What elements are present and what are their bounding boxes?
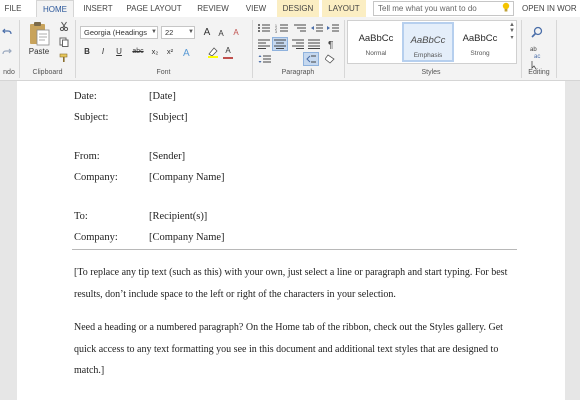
undo-icon[interactable] xyxy=(2,27,12,37)
open-in-word-button[interactable]: OPEN IN WOR xyxy=(522,0,577,17)
tab-page-layout[interactable]: PAGE LAYOUT xyxy=(123,0,185,17)
multilevel-list-icon[interactable] xyxy=(293,23,307,33)
to-label: To: xyxy=(74,211,88,222)
align-right-icon[interactable] xyxy=(292,39,304,49)
tab-file[interactable]: FILE xyxy=(0,0,26,17)
tab-home[interactable]: HOME xyxy=(36,0,74,17)
svg-text:3: 3 xyxy=(275,30,277,33)
font-name-field[interactable]: Georgia (Headings xyxy=(80,26,158,39)
tab-review[interactable]: REVIEW xyxy=(192,0,234,17)
subscript-button[interactable]: x₂ xyxy=(149,46,161,58)
body-paragraph[interactable]: Need a heading or a numbered paragraph? … xyxy=(74,317,524,382)
underline-button[interactable]: U xyxy=(113,46,125,58)
lightbulb-icon xyxy=(502,2,510,12)
font-color-swatch xyxy=(223,57,233,59)
separator xyxy=(556,20,557,78)
bullets-icon[interactable] xyxy=(257,23,271,33)
style-sample: AaBbCc xyxy=(462,33,498,44)
subject-label: Subject: xyxy=(74,112,109,123)
chevron-down-icon[interactable]: ▼ xyxy=(187,27,195,38)
increase-indent-icon[interactable] xyxy=(326,23,340,33)
paragraph-group-label: Paragraph xyxy=(281,69,315,76)
ribbon-tabs: FILE HOME INSERT PAGE LAYOUT REVIEW VIEW… xyxy=(0,0,580,17)
styles-gallery: AaBbCc Normal AaBbCc Emphasis AaBbCc Str… xyxy=(347,20,517,64)
svg-text:ac: ac xyxy=(534,54,540,59)
decrease-indent-icon[interactable] xyxy=(310,23,324,33)
to-company-value[interactable]: [Company Name] xyxy=(149,232,225,243)
editing-group-label: Editing xyxy=(528,69,550,76)
to-company-label: Company: xyxy=(74,232,118,243)
chevron-down-icon[interactable] xyxy=(204,46,212,58)
style-normal[interactable]: AaBbCc Normal xyxy=(350,22,402,62)
style-emphasis[interactable]: AaBbCc Emphasis xyxy=(402,22,454,62)
from-label: From: xyxy=(74,151,100,162)
style-sample: AaBbCc xyxy=(410,35,446,46)
from-company-value[interactable]: [Company Name] xyxy=(149,172,225,183)
text-direction-icon xyxy=(306,55,316,63)
format-painter-icon[interactable] xyxy=(59,53,69,63)
bold-button[interactable]: B xyxy=(81,46,93,58)
numbering-icon[interactable]: 1 2 3 xyxy=(275,23,289,33)
tell-me-box[interactable]: Tell me what you want to do xyxy=(373,1,514,16)
tab-insert[interactable]: INSERT xyxy=(78,0,118,17)
from-company-label: Company: xyxy=(74,172,118,183)
style-name: Normal xyxy=(365,50,387,57)
undo-group-label: ndo xyxy=(3,69,15,76)
svg-text:A: A xyxy=(183,48,190,58)
date-label: Date: xyxy=(74,91,97,102)
italic-button[interactable]: I xyxy=(97,46,109,58)
text-effects-icon[interactable]: A xyxy=(182,46,196,58)
more-styles-icon[interactable]: ▾ xyxy=(507,34,517,41)
select-icon[interactable] xyxy=(530,61,542,69)
redo-icon[interactable] xyxy=(2,47,12,57)
clipboard-group-label: Clipboard xyxy=(32,69,63,76)
shading-icon[interactable] xyxy=(325,54,337,64)
divider-line xyxy=(72,249,517,250)
align-center-icon xyxy=(274,39,286,49)
font-group-label: Font xyxy=(156,69,171,76)
tab-view[interactable]: VIEW xyxy=(240,0,272,17)
style-sample: AaBbCc xyxy=(358,33,394,44)
shrink-font-icon[interactable]: A xyxy=(215,28,227,40)
from-value[interactable]: [Sender] xyxy=(149,151,185,162)
svg-text:ab: ab xyxy=(530,47,537,53)
subject-value[interactable]: [Subject] xyxy=(149,112,188,123)
paste-icon[interactable] xyxy=(27,21,51,47)
clear-formatting-icon[interactable]: A xyxy=(230,27,242,39)
svg-text:¶: ¶ xyxy=(328,40,333,49)
style-strong[interactable]: AaBbCc Strong xyxy=(454,22,506,62)
chevron-down-icon[interactable]: ▼ xyxy=(150,27,158,38)
show-formatting-icon[interactable]: ¶ xyxy=(325,39,339,49)
date-value[interactable]: [Date] xyxy=(149,91,176,102)
cut-icon[interactable] xyxy=(59,21,69,31)
paste-button[interactable]: Paste xyxy=(27,47,51,56)
style-name: Emphasis xyxy=(413,52,443,59)
font-color-button[interactable]: A xyxy=(222,45,234,57)
justify-icon[interactable] xyxy=(308,39,320,49)
find-icon[interactable] xyxy=(531,26,543,38)
word-window: FILE HOME INSERT PAGE LAYOUT REVIEW VIEW… xyxy=(0,0,580,400)
styles-group-label: Styles xyxy=(421,69,441,76)
tab-layout[interactable]: LAYOUT xyxy=(322,0,366,17)
replace-icon[interactable]: ab ac xyxy=(530,45,544,59)
strikethrough-button[interactable]: abc xyxy=(130,46,146,58)
style-name: Strong xyxy=(470,50,490,57)
copy-icon[interactable] xyxy=(59,37,69,47)
tab-design[interactable]: DESIGN xyxy=(277,0,319,17)
line-spacing-icon[interactable] xyxy=(258,54,272,64)
align-left-icon[interactable] xyxy=(258,39,270,49)
styles-scrollbar[interactable]: ▲ ▼ ▾ xyxy=(507,22,517,62)
grow-font-icon[interactable]: A xyxy=(201,27,213,39)
to-value[interactable]: [Recipient(s)] xyxy=(149,211,207,222)
ribbon: ndo Paste Clipboard Georgia (Headings ▼ … xyxy=(0,17,580,81)
superscript-button[interactable]: x² xyxy=(164,46,176,58)
body-paragraph[interactable]: [To replace any tip text (such as this) … xyxy=(74,262,524,305)
